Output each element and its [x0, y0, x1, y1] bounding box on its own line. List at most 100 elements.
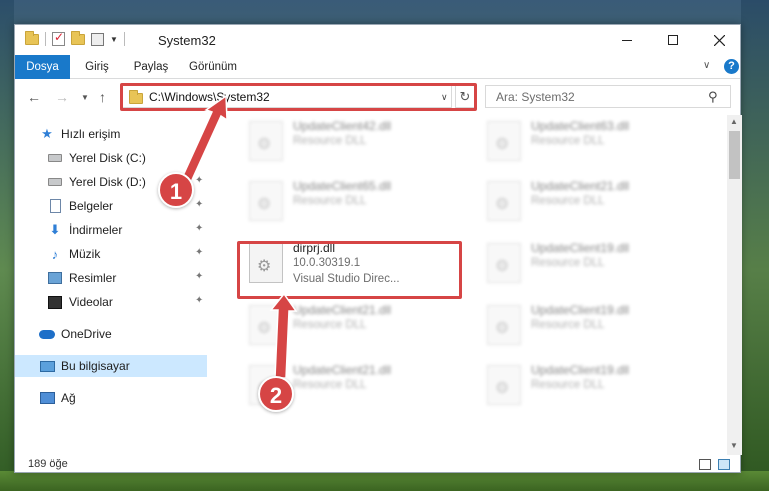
file-highlight-box [237, 241, 462, 299]
pin-icon[interactable]: ✦ [195, 247, 203, 258]
tab-file[interactable]: Dosya [15, 55, 70, 79]
expand-ribbon-icon[interactable]: ∨ [703, 60, 710, 71]
minimize-button[interactable] [604, 25, 650, 55]
file-item[interactable]: UpdateClient19.dll Resource DLL [479, 299, 699, 355]
file-type: Resource DLL [531, 257, 605, 269]
network-icon [39, 390, 55, 406]
sidebar-item-label: Yerel Disk (C:) [69, 151, 146, 165]
vertical-scrollbar[interactable]: ▲ ▼ [727, 115, 742, 455]
folder-icon [25, 30, 39, 45]
dll-file-icon [249, 121, 283, 161]
file-name: UpdateClient21.dll [293, 303, 392, 317]
pin-icon[interactable]: ✦ [195, 271, 203, 282]
back-arrow-icon[interactable]: ← [27, 89, 41, 105]
sidebar-item-label: Bu bilgisayar [61, 359, 130, 373]
sidebar-item-label: İndirmeler [69, 223, 123, 237]
file-item[interactable]: UpdateClient63.dll Resource DLL [479, 115, 699, 171]
forward-arrow-icon[interactable]: → [55, 89, 69, 105]
sidebar-item-onedrive[interactable]: OneDrive [15, 323, 207, 345]
separator [45, 32, 46, 46]
sidebar-item-quick-access[interactable]: ★ Hızlı erişim [15, 123, 207, 145]
sidebar-item-label: Belgeler [69, 199, 114, 213]
details-view-icon[interactable] [699, 459, 711, 470]
sidebar-item-network[interactable]: Ağ [15, 387, 207, 409]
sidebar-item-label: Ağ [61, 391, 76, 405]
large-icons-view-icon[interactable] [718, 459, 730, 470]
customize-icon[interactable] [91, 32, 104, 46]
file-name: UpdateClient19.dll [531, 363, 630, 377]
file-item[interactable]: UpdateClient21.dll Resource DLL [479, 175, 699, 231]
recent-locations-icon[interactable]: ▼ [81, 93, 89, 102]
sidebar-item-label: Yerel Disk (D:) [69, 175, 146, 189]
pictures-icon [47, 270, 63, 286]
sidebar-item-label: Videolar [69, 295, 113, 309]
dll-file-icon [487, 305, 521, 345]
star-icon: ★ [41, 126, 53, 141]
chevron-down-icon[interactable]: ▼ [110, 35, 118, 44]
maximize-button[interactable] [650, 25, 696, 55]
file-item[interactable]: UpdateClient19.dll Resource DLL [479, 237, 699, 293]
close-icon [713, 34, 725, 46]
file-name: UpdateClient65.dll [293, 179, 392, 193]
sidebar-item-this-pc[interactable]: Bu bilgisayar [15, 355, 207, 377]
tab-home[interactable]: Giriş [77, 55, 117, 79]
file-name: UpdateClient42.dll [293, 119, 392, 133]
file-item[interactable]: UpdateClient65.dll Resource DLL [241, 175, 461, 231]
file-type: Resource DLL [531, 319, 605, 331]
step-2-badge: 2 [258, 376, 294, 412]
sidebar-item-videos[interactable]: Videolar ✦ [15, 291, 207, 313]
dll-file-icon [249, 305, 283, 345]
pin-icon[interactable]: ✦ [195, 151, 203, 162]
properties-check-icon[interactable] [52, 30, 65, 46]
sidebar-item-music[interactable]: ♪ Müzik ✦ [15, 243, 207, 265]
up-arrow-icon[interactable]: ↑ [99, 89, 106, 105]
title-bar: ▼ System32 [15, 25, 740, 55]
search-icon[interactable]: ⚲ [708, 89, 718, 105]
sidebar-item-disk-c[interactable]: Yerel Disk (C:) ✦ [15, 147, 207, 169]
separator [123, 32, 125, 46]
cloud-icon [39, 326, 55, 342]
quick-access-toolbar: ▼ [25, 30, 125, 46]
scroll-thumb[interactable] [729, 131, 740, 179]
file-type: Resource DLL [293, 135, 367, 147]
file-item[interactable]: UpdateClient42.dll Resource DLL [241, 115, 461, 171]
pin-icon[interactable]: ✦ [195, 175, 203, 186]
search-input[interactable]: Ara: System32 ⚲ [485, 85, 731, 108]
minimize-icon [622, 39, 632, 41]
documents-icon [47, 198, 63, 214]
desktop-background-bottom [0, 471, 769, 491]
search-placeholder: Ara: System32 [496, 90, 575, 104]
explorer-window: ▼ System32 Dosya Giriş Paylaş Görünüm ∨ … [14, 24, 742, 473]
pin-icon[interactable]: ✦ [195, 295, 203, 306]
sidebar-item-pictures[interactable]: Resimler ✦ [15, 267, 207, 289]
close-button[interactable] [696, 25, 742, 55]
file-item[interactable]: UpdateClient21.dll Resource DLL [241, 299, 461, 355]
dll-file-icon [487, 121, 521, 161]
file-type: Resource DLL [293, 195, 367, 207]
pin-icon[interactable]: ✦ [195, 223, 203, 234]
file-name: UpdateClient19.dll [531, 241, 630, 255]
download-icon: ⬇ [49, 222, 61, 237]
dll-file-icon [487, 243, 521, 283]
dll-file-icon [249, 181, 283, 221]
help-icon[interactable]: ? [724, 59, 739, 74]
sidebar-item-label: Resimler [69, 271, 117, 285]
tab-view[interactable]: Görünüm [183, 55, 243, 79]
disk-icon [47, 150, 63, 166]
window-title: System32 [158, 33, 216, 48]
tab-share[interactable]: Paylaş [127, 55, 175, 79]
pin-icon[interactable]: ✦ [195, 199, 203, 210]
file-type: Resource DLL [531, 379, 605, 391]
new-folder-icon[interactable] [71, 30, 85, 45]
sidebar-item-label: Müzik [69, 247, 101, 261]
file-item[interactable]: UpdateClient19.dll Resource DLL [479, 359, 699, 415]
scroll-down-icon[interactable]: ▼ [730, 441, 738, 450]
file-name: UpdateClient19.dll [531, 303, 630, 317]
sidebar-item-downloads[interactable]: ⬇ İndirmeler ✦ [15, 219, 207, 241]
maximize-icon [668, 35, 678, 45]
sidebar-item-label: OneDrive [61, 327, 112, 341]
scroll-up-icon[interactable]: ▲ [730, 117, 738, 126]
sidebar-item-label: Hızlı erişim [61, 127, 121, 141]
file-type: Resource DLL [531, 135, 605, 147]
ribbon-tabs: Dosya Giriş Paylaş Görünüm ∨ ? [15, 55, 740, 79]
